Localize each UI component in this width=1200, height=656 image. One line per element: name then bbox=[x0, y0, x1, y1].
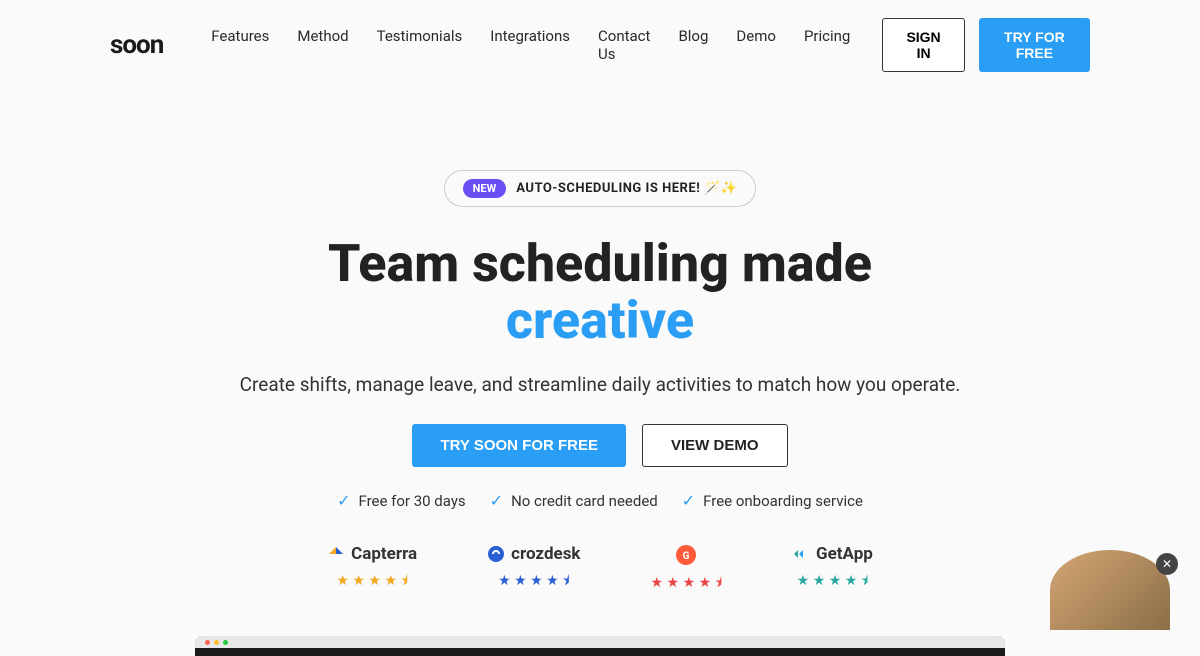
try-soon-free-button[interactable]: TRY SOON FOR FREE bbox=[412, 424, 626, 467]
stars-rating: ★ ★ ★ ★ ⯨ bbox=[651, 572, 723, 596]
check-icon: ✓ bbox=[490, 491, 503, 510]
benefit-text: No credit card needed bbox=[511, 492, 658, 510]
nav-method[interactable]: Method bbox=[297, 27, 348, 63]
new-badge: NEW bbox=[463, 179, 507, 198]
header-actions: SIGN IN TRY FOR FREE bbox=[882, 18, 1090, 72]
nav-testimonials[interactable]: Testimonials bbox=[377, 27, 463, 63]
g2-logo: G bbox=[675, 544, 697, 566]
chat-widget[interactable] bbox=[1050, 550, 1170, 630]
maximize-dot-icon bbox=[223, 640, 228, 645]
logo[interactable]: soon bbox=[110, 30, 163, 60]
hero-title-line2: creative bbox=[506, 290, 694, 351]
benefit-item: ✓ Free for 30 days bbox=[337, 491, 466, 510]
stars-rating: ★ ★ ★ ★ ⯨ bbox=[336, 570, 408, 594]
reviews-row: Capterra ★ ★ ★ ★ ⯨ crozdesk ★ ★ ★ ★ ⯨ G … bbox=[0, 544, 1200, 596]
review-getapp[interactable]: GetApp ★ ★ ★ ★ ⯨ bbox=[792, 544, 873, 596]
stars-rating: ★ ★ ★ ★ ⯨ bbox=[797, 570, 869, 594]
check-icon: ✓ bbox=[337, 491, 350, 510]
close-icon: ✕ bbox=[1162, 557, 1172, 571]
benefit-text: Free for 30 days bbox=[358, 492, 465, 510]
nav-integrations[interactable]: Integrations bbox=[490, 27, 570, 63]
nav-demo[interactable]: Demo bbox=[736, 27, 776, 63]
chat-close-button[interactable]: ✕ bbox=[1156, 553, 1178, 575]
crozdesk-icon bbox=[487, 545, 505, 563]
hero-title-line1: Team scheduling made bbox=[328, 233, 872, 294]
svg-text:G: G bbox=[683, 551, 690, 562]
minimize-dot-icon bbox=[214, 640, 219, 645]
main-nav: Features Method Testimonials Integration… bbox=[211, 27, 850, 63]
getapp-logo: GetApp bbox=[792, 544, 873, 564]
announcement-pill[interactable]: NEW AUTO-SCHEDULING IS HERE! 🪄✨ bbox=[444, 170, 757, 207]
crozdesk-logo: crozdesk bbox=[487, 544, 580, 564]
hero-subtitle: Create shifts, manage leave, and streaml… bbox=[0, 373, 1200, 396]
benefit-item: ✓ No credit card needed bbox=[490, 491, 658, 510]
hero-title: Team scheduling made creative bbox=[0, 235, 1200, 349]
check-icon: ✓ bbox=[682, 491, 695, 510]
hero-section: NEW AUTO-SCHEDULING IS HERE! 🪄✨ Team sch… bbox=[0, 170, 1200, 656]
g2-icon: G bbox=[675, 544, 697, 566]
stars-rating: ★ ★ ★ ★ ⯨ bbox=[498, 570, 570, 594]
window-controls bbox=[205, 640, 228, 645]
review-g2[interactable]: G ★ ★ ★ ★ ⯨ bbox=[651, 544, 723, 596]
benefit-item: ✓ Free onboarding service bbox=[682, 491, 863, 510]
getapp-icon bbox=[792, 545, 810, 563]
benefits-row: ✓ Free for 30 days ✓ No credit card need… bbox=[0, 491, 1200, 510]
hero-cta-group: TRY SOON FOR FREE VIEW DEMO bbox=[0, 424, 1200, 467]
benefit-text: Free onboarding service bbox=[703, 492, 863, 510]
review-crozdesk[interactable]: crozdesk ★ ★ ★ ★ ⯨ bbox=[487, 544, 580, 596]
nav-features[interactable]: Features bbox=[211, 27, 269, 63]
signin-button[interactable]: SIGN IN bbox=[882, 18, 964, 72]
try-free-button[interactable]: TRY FOR FREE bbox=[979, 18, 1090, 72]
nav-blog[interactable]: Blog bbox=[678, 27, 708, 63]
review-capterra[interactable]: Capterra ★ ★ ★ ★ ⯨ bbox=[327, 544, 417, 596]
nav-contact[interactable]: Contact Us bbox=[598, 27, 650, 63]
capterra-logo: Capterra bbox=[327, 544, 417, 564]
capterra-icon bbox=[327, 545, 345, 563]
close-dot-icon bbox=[205, 640, 210, 645]
nav-pricing[interactable]: Pricing bbox=[804, 27, 850, 63]
browser-chrome bbox=[195, 636, 1005, 648]
pill-text: AUTO-SCHEDULING IS HERE! 🪄✨ bbox=[516, 181, 737, 196]
view-demo-button[interactable]: VIEW DEMO bbox=[642, 424, 788, 467]
header: soon Features Method Testimonials Integr… bbox=[0, 0, 1200, 90]
video-player[interactable] bbox=[195, 636, 1005, 656]
